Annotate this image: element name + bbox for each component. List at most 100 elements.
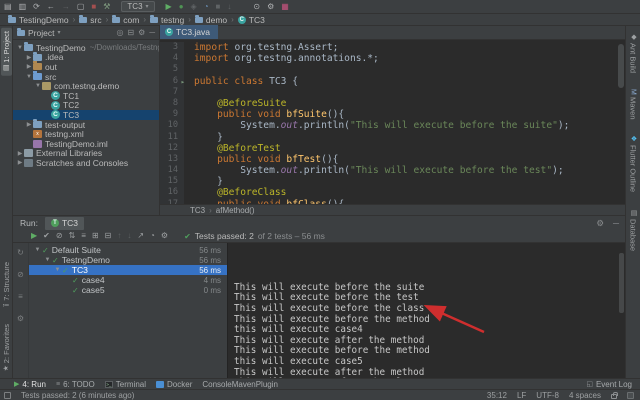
test-tree-item-tc3[interactable]: ▼ ✓ TC3 56 ms [29,265,227,275]
collapse-all-icon[interactable]: ⊟ [105,232,112,240]
test-tree-item-testngdemo[interactable]: ▼ ✓ TestngDemo 56 ms [29,255,227,265]
tool-button-2-favorites[interactable]: ★ 2: Favorites [1,321,12,376]
settings-gear-icon[interactable]: ⚙ [267,2,274,11]
project-tree-item-src[interactable]: ▼ src [13,71,159,82]
project-tree-item-scratches-and-consoles[interactable]: ▶ Scratches and Consoles [13,158,159,168]
tool-window-button-docker[interactable]: Docker [156,380,192,389]
tool-window-button-4-run[interactable]: ▶ 4: Run [14,380,46,389]
run-console-output[interactable]: This will execute before the suite This w… [227,243,625,378]
tool-window-button-consolemavenplugin[interactable]: ConsoleMavenPlugin [202,380,278,389]
test-history-icon[interactable]: ◔ [150,232,155,240]
project-tree[interactable]: ▼ TestingDemo~/Downloads/TestngDemo ▶ .idea… [13,40,159,215]
test-tree-item-case5[interactable]: ✓ case5 0 ms [29,285,227,295]
search-everywhere-icon[interactable]: ⊙ [253,2,260,11]
plugin-icon[interactable]: ▦ [281,2,289,11]
locate-file-icon[interactable]: ◎ [116,28,123,37]
tool-button-ant-build[interactable]: ◆ Ant Build [628,30,639,76]
back-icon[interactable]: ← [47,2,55,11]
memory-indicator[interactable] [627,391,634,399]
breadcrumb-class[interactable]: TC3 [190,206,205,215]
show-ignored-icon[interactable]: ⊘ [56,232,63,240]
breadcrumb-item-testng[interactable]: testng [148,14,186,25]
minimize-panel-icon[interactable]: ─ [611,218,621,229]
hide-panel-icon[interactable]: ─ [149,28,155,37]
chevron-down-icon[interactable]: ▼ [33,247,42,253]
options-wrench-icon[interactable]: ⚙ [17,315,24,323]
chevron-down-icon[interactable]: ▼ [43,257,52,263]
project-tree-item-com-testng-demo[interactable]: ▼ com.testng.demo [13,81,159,91]
run-settings-gear-icon[interactable]: ⚙ [594,218,606,229]
tool-button-7-structure[interactable]: ≔ 7: Structure [1,259,12,313]
project-tree-item-testingdemo-iml[interactable]: TestingDemo.iml [13,139,159,149]
suspend-icon[interactable]: ⊘ [17,271,24,279]
project-tree-item-tc1[interactable]: C TC1 [13,91,159,101]
restore-layout-icon[interactable]: ▢ [77,2,85,11]
chevron-down-icon[interactable]: ▼ [53,267,62,273]
rerun-failed-icon[interactable]: ↻ [17,249,24,257]
test-result-tree[interactable]: ▼ ✓ Default Suite 56 ms ▼ ✓ TestngDemo 56 ms ▼ ✓ T… [29,243,227,378]
chevron-right-icon[interactable]: ▶ [16,150,24,157]
tool-window-button-6-todo[interactable]: ≡ 6: TODO [56,380,95,389]
stop-process-icon[interactable]: ■ [91,2,96,11]
debug-bug-icon[interactable]: ● [179,2,184,11]
tool-button-1-project[interactable]: ▤ 1: Project [0,28,12,76]
encoding-selector[interactable]: UTF-8 [536,391,559,400]
coverage-icon[interactable]: ◈ [191,2,197,11]
project-tree-item-external-libraries[interactable]: ▶ External Libraries [13,148,159,158]
run-icon[interactable]: ▶ [166,2,172,11]
project-tree-item-testng-xml[interactable]: x testng.xml [13,129,159,139]
breadcrumb-item-src[interactable]: src [77,14,103,25]
show-passed-icon[interactable]: ✔ [43,232,50,240]
run-tab-tc3[interactable]: T TC3 [44,216,85,230]
test-options-icon[interactable]: ⚙ [161,232,168,240]
project-view-selector[interactable]: Project ▾ [17,27,60,38]
status-message[interactable]: Tests passed: 2 (6 minutes ago) [21,391,134,400]
expand-all-icon[interactable]: ⊞ [92,232,99,240]
breadcrumb-item-testingdemo[interactable]: TestingDemo [6,14,71,25]
open-folder-icon[interactable]: ▤ [4,2,12,11]
breadcrumb-item-tc3[interactable]: C TC3 [236,15,267,25]
chevron-right-icon[interactable]: ▶ [25,54,33,61]
collapse-all-icon[interactable]: ⊟ [127,28,134,37]
run-configuration-combo[interactable]: TC3 ▾ [121,1,155,12]
tool-button-flutter-outline[interactable]: ❖ Flutter Outline [628,132,639,195]
editor-scrollbar[interactable] [618,44,624,88]
tool-button-database[interactable]: ▤ Database [628,206,639,254]
save-all-icon[interactable]: ▥ [19,2,27,11]
tool-button-maven[interactable]: M Maven [628,86,639,122]
breadcrumb-item-com[interactable]: com [110,14,141,25]
previous-test-icon[interactable]: ↑ [117,232,121,240]
sort-duration-icon[interactable]: ≡ [81,232,86,240]
test-tree-item-default-suite[interactable]: ▼ ✓ Default Suite 56 ms [29,245,227,255]
tool-window-button-terminal[interactable]: >_ Terminal [104,380,146,389]
forward-icon[interactable]: → [62,2,70,11]
chevron-down-icon[interactable]: ▼ [16,45,24,51]
step-down-icon[interactable]: ↓ [227,2,231,11]
next-test-icon[interactable]: ↓ [127,232,131,240]
project-tree-item-test-output[interactable]: ▶ test-output [13,119,159,130]
build-project-icon[interactable]: ⚒ [103,2,110,11]
rerun-icon[interactable]: ▶ [31,232,37,240]
stop-icon[interactable]: ■ [216,2,221,11]
test-tree-item-case4[interactable]: ✓ case4 4 ms [29,275,227,285]
read-only-lock-icon[interactable] [611,391,618,399]
profiler-icon[interactable]: ◔ [204,2,209,11]
event-log-button[interactable]: ◱ Event Log [586,380,632,389]
chevron-right-icon[interactable]: ▶ [16,159,24,166]
editor-tab-tc3[interactable]: C TC3.java [160,25,219,39]
panel-settings-icon[interactable]: ⚙ [138,28,145,37]
history-list-icon[interactable]: ≡ [18,293,23,301]
line-ending-selector[interactable]: LF [517,391,526,400]
sync-icon[interactable]: ⟳ [33,2,40,11]
caret-position[interactable]: 35:12 [487,391,507,400]
chevron-right-icon[interactable]: ▶ [25,121,33,128]
breadcrumb-item-demo[interactable]: demo [193,14,229,25]
indent-selector[interactable]: 4 spaces [569,391,601,400]
export-results-icon[interactable]: ↗ [137,232,144,240]
chevron-right-icon[interactable]: ▶ [25,63,33,70]
console-scrollbar[interactable] [619,253,624,313]
code-editor[interactable]: 3 import org.testng.Assert; 4 import org.te… [160,40,625,204]
project-tree-item-tc2[interactable]: C TC2 [13,100,159,110]
breadcrumb-method[interactable]: afMethod() [216,206,255,215]
tool-window-toggle-icon[interactable] [4,391,11,399]
